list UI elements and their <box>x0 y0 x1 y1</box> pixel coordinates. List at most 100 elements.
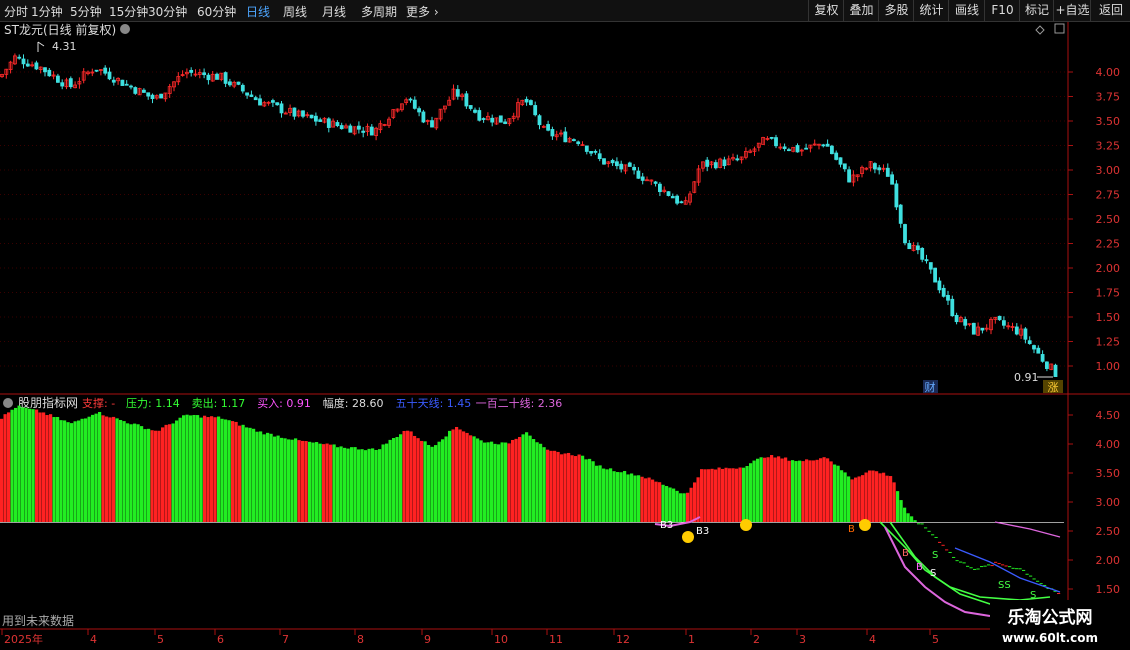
candle-body <box>490 117 495 123</box>
candle-body <box>937 280 942 291</box>
histogram-bar <box>59 420 63 523</box>
candle-body <box>971 322 976 335</box>
toolbar-button[interactable]: 复权 <box>808 0 844 21</box>
y-tick-label: 3.00 <box>1096 164 1121 177</box>
title-dropdown-icon <box>120 24 130 34</box>
histogram-bar <box>161 427 165 523</box>
period-tab[interactable]: 周线 <box>283 3 307 20</box>
candle-body <box>825 143 830 147</box>
candle-body <box>159 93 164 99</box>
candle-body <box>240 84 245 92</box>
histogram-bar <box>315 442 319 523</box>
signal-marker: S <box>930 568 936 579</box>
period-tab[interactable]: 5分钟 <box>70 3 102 20</box>
toolbar-button[interactable]: 标记 <box>1019 0 1054 21</box>
period-tab[interactable]: 月线 <box>322 3 346 20</box>
histogram-bar <box>140 426 144 523</box>
period-tab[interactable]: 30分钟 <box>148 3 187 20</box>
readout: 五十天线: 1.45 <box>396 396 472 410</box>
candle-body <box>847 169 851 183</box>
period-tab[interactable]: 更多 › <box>406 3 439 20</box>
y-tick-label: 2.00 <box>1096 262 1121 275</box>
x-tick-label: 8 <box>357 633 364 646</box>
histogram-bar <box>521 434 525 523</box>
histogram-bar <box>959 561 963 563</box>
histogram-bar <box>577 454 581 523</box>
histogram-bar <box>374 449 378 523</box>
histogram-bar <box>297 440 301 523</box>
histogram-bar <box>539 443 543 523</box>
candle-body <box>335 122 340 127</box>
candle-body <box>576 141 581 145</box>
histogram-bar <box>528 435 532 523</box>
histogram-bar <box>28 408 32 523</box>
toolbar: 分时 1分钟 5分钟 15分钟 30分钟 60分钟 日线 周线 月线 多周期 更多 › 复权 叠加 多股统… <box>0 0 1130 22</box>
purple-line <box>884 526 991 617</box>
candle-body <box>215 73 219 80</box>
toolbar-button[interactable]: 统计 <box>913 0 949 21</box>
histogram-bar <box>563 453 567 523</box>
histogram-bar <box>759 457 763 523</box>
histogram-bar <box>231 421 235 523</box>
histogram-bar <box>385 443 389 523</box>
histogram-bar <box>17 405 21 523</box>
period-tab[interactable]: 1分钟 <box>31 3 63 20</box>
histogram-bar <box>647 477 651 523</box>
toolbar-button[interactable]: +自选 <box>1053 0 1091 21</box>
period-tab[interactable]: 60分钟 <box>197 3 236 20</box>
histogram-bar <box>101 415 105 523</box>
histogram-bar <box>507 443 511 523</box>
candle-body <box>873 163 877 170</box>
histogram-bar <box>413 435 417 523</box>
sub-dropdown-icon <box>3 398 13 408</box>
candle-body <box>610 160 615 164</box>
candle-body <box>546 124 550 131</box>
y-tick-label: 1.50 <box>1096 583 1121 596</box>
candle-body <box>795 145 800 153</box>
histogram-bar <box>833 464 837 523</box>
histogram-bar <box>458 429 462 523</box>
histogram-bar <box>882 472 886 523</box>
x-tick-label: 2 <box>753 633 760 646</box>
toolbar-button[interactable]: 画线 <box>948 0 985 21</box>
chart-area: 4.00 3.75 3.50 3.25 3.00 2.75 2.50 2.25 2.00 1.75… <box>0 22 1130 650</box>
histogram-bar <box>269 433 273 523</box>
diamond-icon <box>1035 25 1045 35</box>
max-marker <box>37 41 45 52</box>
candle-body <box>481 118 486 120</box>
candle-body <box>933 267 937 283</box>
candle-body <box>412 99 417 109</box>
y-tick-label: 3.25 <box>1096 140 1121 153</box>
candle-body <box>498 115 503 123</box>
candle-body <box>774 137 778 147</box>
histogram-bar <box>728 468 732 523</box>
histogram-bar <box>497 444 501 523</box>
toolbar-button[interactable]: F10 <box>984 0 1020 21</box>
histogram-bar <box>66 422 70 523</box>
smiley-icon <box>682 531 694 543</box>
histogram-bar <box>819 458 823 523</box>
watermark-url: www.60lt.com <box>1002 631 1098 645</box>
candle-body <box>636 170 641 179</box>
histogram-bar <box>56 416 60 523</box>
period-tab[interactable]: 15分钟 <box>109 3 148 20</box>
y-tick-label: 3.50 <box>1096 115 1121 128</box>
toolbar-button[interactable]: 返回 <box>1090 0 1130 21</box>
period-tab[interactable]: 日线 <box>246 3 270 20</box>
toolbar-button[interactable]: 叠加 <box>843 0 879 21</box>
toolbar-button[interactable]: 多股 <box>878 0 914 21</box>
histogram-bar <box>602 468 606 523</box>
histogram-bar <box>766 457 770 523</box>
period-tab[interactable]: 分时 <box>4 3 28 20</box>
histogram-bar <box>990 565 994 567</box>
candle-body <box>339 125 344 130</box>
histogram-bar <box>241 424 245 523</box>
candle-body <box>361 130 366 133</box>
histogram-bar <box>675 490 679 523</box>
period-tab[interactable]: 多周期 <box>361 3 397 20</box>
candle-body <box>602 158 606 165</box>
candle-body <box>94 69 99 72</box>
badge-zhang: 涨 <box>1048 381 1059 394</box>
histogram-bar <box>451 429 455 523</box>
histogram-bar <box>49 414 53 523</box>
